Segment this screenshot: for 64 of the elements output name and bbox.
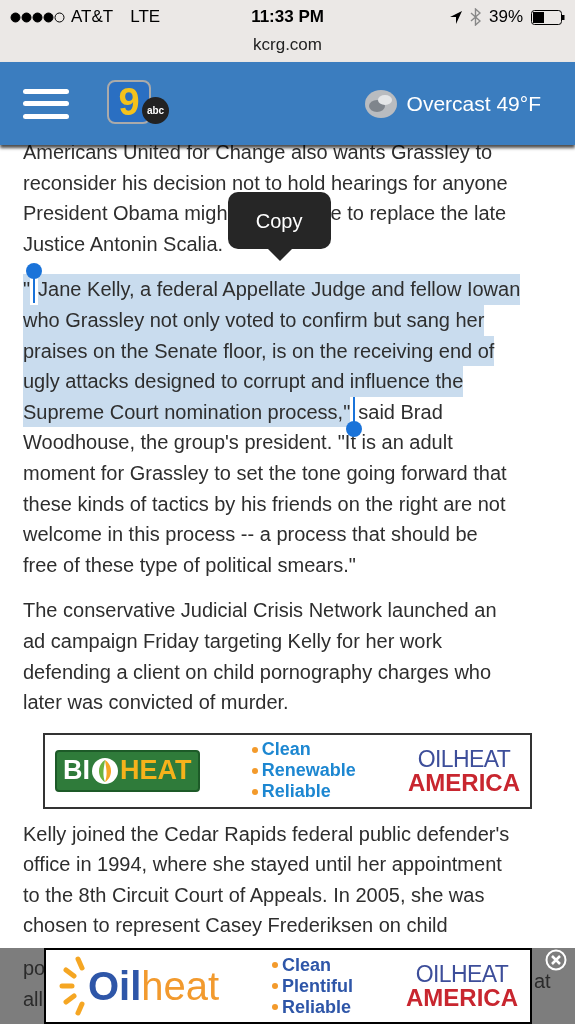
leaf-flame-icon [90, 755, 120, 786]
partner-logo-text: AMERICA [406, 986, 518, 1010]
article-text: to the 8th Circuit Court of Appeals. In 2005, she was [23, 882, 485, 908]
article-text: welcome in this process -- a process that should be [23, 522, 478, 548]
brand-logo: BI HEAT [55, 749, 200, 792]
article-text: praises on the Senate floor, is on the receiving end of [23, 335, 495, 367]
cloud-icon [362, 87, 399, 120]
ad-banner[interactable]: BI HEAT Clean Renewable Reliable OILHEAT AMERICA [43, 732, 532, 809]
clock-text: 11:33 PM [251, 6, 324, 29]
ad-slogan: Clean [282, 954, 332, 976]
bullet-icon [251, 767, 258, 774]
bullet-icon [251, 788, 258, 795]
bluetooth-icon [470, 8, 481, 26]
ad-slogan: Reliable [282, 996, 352, 1018]
partner-logo-text: OILHEAT [415, 962, 509, 986]
carrier-text: AT&T [71, 6, 114, 29]
article-text: free of these type of political smears." [23, 552, 356, 578]
battery-icon [531, 9, 565, 25]
bullet-icon [272, 983, 279, 989]
sticky-ad-banner[interactable]: Oilheat Clean Plentiful Reliable OILHEAT AMERICA [44, 948, 532, 1024]
battery-text: 39% [489, 6, 523, 29]
article-text: at [534, 970, 551, 992]
article-text: all [23, 986, 44, 1012]
article-text: chosen to represent Casey Frederiksen on child [23, 913, 448, 939]
article-text: ugly attacks designed to corrupt and influence the [23, 366, 464, 397]
article-text: Justice Antonin Scalia. [23, 231, 224, 257]
article-text: Supreme Court nomination process," [23, 396, 351, 428]
menu-button[interactable] [23, 86, 69, 121]
article-text: these kinds of tactics by his friends on the right are not [23, 491, 506, 517]
ad-slogan: Reliable [261, 781, 331, 803]
article-text: Jane Kelly, a federal Appellate Judge and fellow Iowan [38, 274, 521, 305]
bullet-icon [251, 746, 258, 753]
article-text: office in 1994, where she stayed until her appointment [23, 852, 502, 878]
article-text: po [23, 956, 44, 981]
close-icon[interactable] [545, 949, 567, 971]
location-arrow-icon [450, 10, 462, 24]
article-text: The conservative Judicial Crisis Network launched an [23, 598, 497, 624]
brand-logo-text: heat [141, 966, 220, 1006]
copy-button[interactable]: Copy [227, 192, 331, 250]
ad-slogan: Plentiful [282, 975, 354, 997]
article-text: e to replace the late [330, 201, 507, 227]
bullet-icon [272, 1004, 279, 1010]
url-text[interactable]: kcrg.com [0, 34, 575, 56]
article-text: defending a client on child pornography charges who [23, 659, 492, 685]
article-text: ad campaign Friday targeting Kelly for her work [23, 628, 443, 654]
article-text: Woodhouse, the group's president. "It is an adult [23, 430, 453, 456]
bullet-icon [272, 962, 279, 968]
partner-logo-text: OILHEAT [417, 746, 511, 771]
article-text: Kelly joined the Cedar Rapids federal public defender's [23, 821, 510, 847]
article-text: President Obama migh [23, 201, 228, 227]
article-text: moment for Grassley to set the tone going forward that [23, 460, 507, 486]
ad-slogan: Renewable [261, 760, 356, 782]
article-text: said Brad [358, 399, 443, 425]
partner-logo-text: AMERICA [408, 770, 520, 795]
article-text: who Grassley not only voted to confirm but sang her [23, 304, 485, 336]
ad-slogan: Clean [261, 739, 311, 761]
article-text: later was convicted of murder. [23, 690, 289, 716]
sun-icon [58, 956, 88, 1016]
brand-logo-text: Oil [88, 966, 142, 1006]
popup-pointer [267, 249, 292, 262]
signal-icon [10, 11, 66, 23]
network-text: LTE [130, 6, 161, 29]
weather-text: Overcast 49°F [406, 90, 541, 117]
article-text: Americans United for Change also wants Grassley to [23, 140, 493, 165]
